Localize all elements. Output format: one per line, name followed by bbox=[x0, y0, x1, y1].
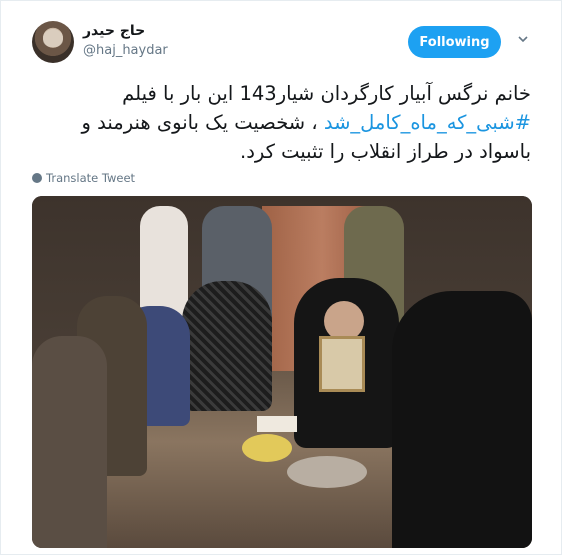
photo-fruit-bowl bbox=[242, 434, 292, 462]
tweet-line-1: خانم نرگس آبیار کارگردان شیار143 این بار… bbox=[122, 82, 531, 105]
chevron-down-icon[interactable] bbox=[518, 34, 528, 44]
user-avatar[interactable] bbox=[32, 21, 74, 63]
tweet-line-2: #شبی_که_ماه_کامل_شد ، شخصیت یک بانوی هنر… bbox=[31, 108, 531, 137]
user-handle[interactable]: @haj_haydar bbox=[83, 43, 168, 58]
tweet-card: حاج حیدر @haj_haydar Following خانم نرگس… bbox=[0, 0, 562, 555]
photo-figure-patterned bbox=[182, 281, 272, 411]
hashtag-link[interactable]: #شبی_که_ماه_کامل_شد bbox=[324, 111, 531, 134]
tweet-text: خانم نرگس آبیار کارگردان شیار143 این بار… bbox=[31, 79, 531, 166]
translate-tweet-link[interactable]: Translate Tweet bbox=[32, 171, 135, 185]
globe-icon bbox=[32, 173, 42, 183]
photo-paper bbox=[257, 416, 297, 432]
photo-face-center bbox=[324, 301, 364, 341]
following-button[interactable]: Following bbox=[408, 26, 501, 58]
photo-tray bbox=[287, 456, 367, 488]
tweet-line-2-text: ، شخصیت یک بانوی هنرمند و bbox=[81, 111, 324, 134]
photo-figure-right bbox=[392, 291, 532, 548]
tweet-line-3: باسواد در طراز انقلاب را تثبیت کرد. bbox=[240, 140, 531, 163]
photo-portrait-frame bbox=[319, 336, 365, 392]
photo-figure-left bbox=[32, 336, 107, 548]
tweet-photo[interactable] bbox=[32, 196, 532, 548]
display-name[interactable]: حاج حیدر bbox=[83, 23, 145, 39]
translate-label: Translate Tweet bbox=[46, 171, 136, 185]
